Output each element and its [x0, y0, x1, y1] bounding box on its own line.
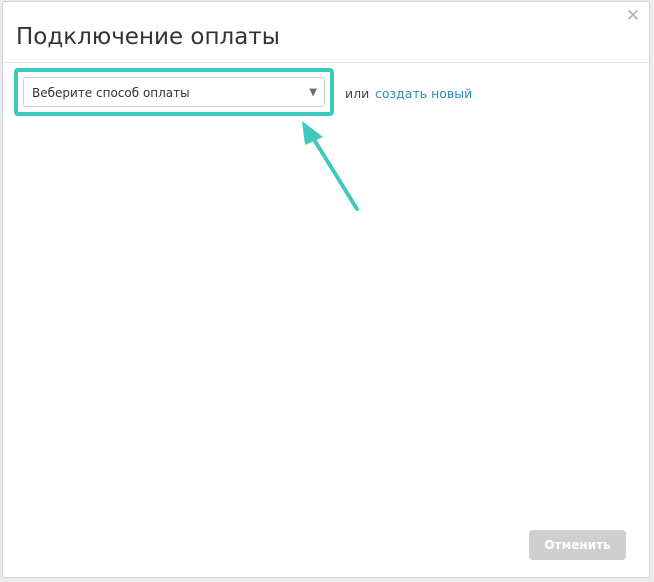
create-new-link[interactable]: создать новый	[375, 86, 472, 102]
payment-method-select[interactable]: Веберите способ оплаты ▼	[23, 77, 325, 107]
pointer-arrow-icon	[302, 121, 359, 211]
payment-method-selected-value: Веберите способ оплаты	[32, 86, 190, 100]
dialog-title: Подключение оплаты	[16, 24, 280, 50]
dialog-header: Подключение оплаты	[3, 2, 649, 63]
cancel-button[interactable]: Отменить	[529, 530, 626, 560]
or-label: или	[345, 86, 370, 101]
close-icon[interactable]: ✕	[625, 8, 641, 25]
chevron-down-icon: ▼	[309, 87, 317, 98]
